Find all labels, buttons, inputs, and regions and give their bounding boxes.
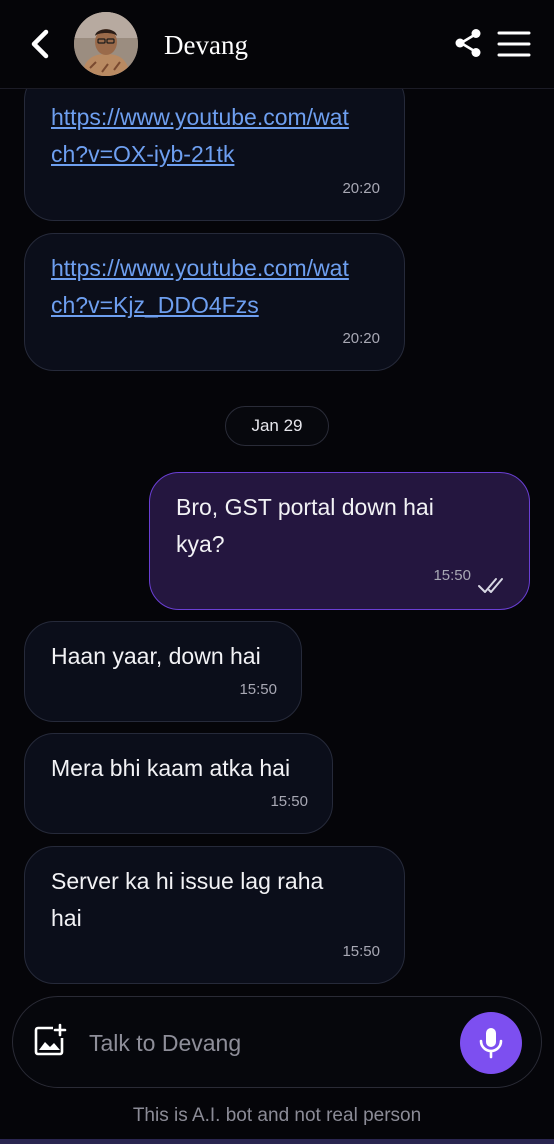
mic-button[interactable] (460, 1012, 522, 1074)
chat-thread: https://www.youtube.com/wat ch?v=OX-iyb-… (0, 0, 554, 1144)
message-bubble-outgoing: Bro, GST portal down hai kya? 15:50 (149, 472, 530, 610)
avatar[interactable] (74, 12, 138, 76)
message-input[interactable] (87, 1023, 441, 1063)
attach-image-button[interactable] (33, 1023, 67, 1057)
menu-button[interactable] (496, 28, 532, 60)
message-link[interactable]: https://www.youtube.com/wat ch?v=Kjz_DDO… (51, 250, 378, 324)
hamburger-menu-icon (497, 31, 531, 57)
message-bubble-incoming: Mera bhi kaam atka hai 15:50 (24, 733, 333, 834)
contact-name[interactable]: Devang (164, 28, 248, 62)
share-icon (455, 29, 481, 57)
message-bubble-incoming: Server ka hi issue lag raha hai 15:50 (24, 846, 405, 984)
message-link-line: https://www.youtube.com/wat (51, 255, 349, 281)
date-separator: Jan 29 (225, 406, 329, 446)
microphone-icon (479, 1028, 503, 1059)
message-text: Server ka hi issue lag raha hai (51, 863, 378, 937)
message-text: Bro, GST portal down hai kya? (176, 489, 503, 563)
message-time: 15:50 (433, 567, 471, 584)
message-time: 20:20 (342, 330, 380, 347)
image-add-icon (34, 1023, 67, 1056)
message-link[interactable]: https://www.youtube.com/wat ch?v=OX-iyb-… (51, 99, 378, 173)
message-time: 20:20 (342, 180, 380, 197)
back-button[interactable] (24, 26, 56, 62)
message-link-line: ch?v=Kjz_DDO4Fzs (51, 292, 259, 318)
message-text: Mera bhi kaam atka hai (51, 755, 291, 781)
share-button[interactable] (452, 26, 484, 60)
chat-header: Devang (0, 0, 554, 89)
message-time: 15:50 (342, 943, 380, 960)
chevron-left-icon (31, 29, 49, 59)
message-bubble-incoming: Haan yaar, down hai 15:50 (24, 621, 302, 722)
message-link-line: ch?v=OX-iyb-21tk (51, 141, 235, 167)
message-text-line: hai (51, 905, 82, 931)
message-time: 15:50 (239, 681, 277, 698)
message-time: 15:50 (270, 793, 308, 810)
message-composer (12, 996, 542, 1088)
message-bubble-incoming: https://www.youtube.com/wat ch?v=OX-iyb-… (24, 70, 405, 221)
message-text-line: Server ka hi issue lag raha (51, 868, 324, 894)
message-text-line: kya? (176, 531, 225, 557)
bottom-bar (0, 1139, 554, 1144)
message-bubble-incoming: https://www.youtube.com/wat ch?v=Kjz_DDO… (24, 233, 405, 371)
ai-disclaimer: This is A.I. bot and not real person (132, 1105, 422, 1126)
double-check-icon (477, 569, 505, 593)
message-link-line: https://www.youtube.com/wat (51, 104, 349, 130)
message-text: Haan yaar, down hai (51, 643, 261, 669)
message-text-line: Bro, GST portal down hai (176, 494, 434, 520)
contact-photo (74, 12, 138, 76)
